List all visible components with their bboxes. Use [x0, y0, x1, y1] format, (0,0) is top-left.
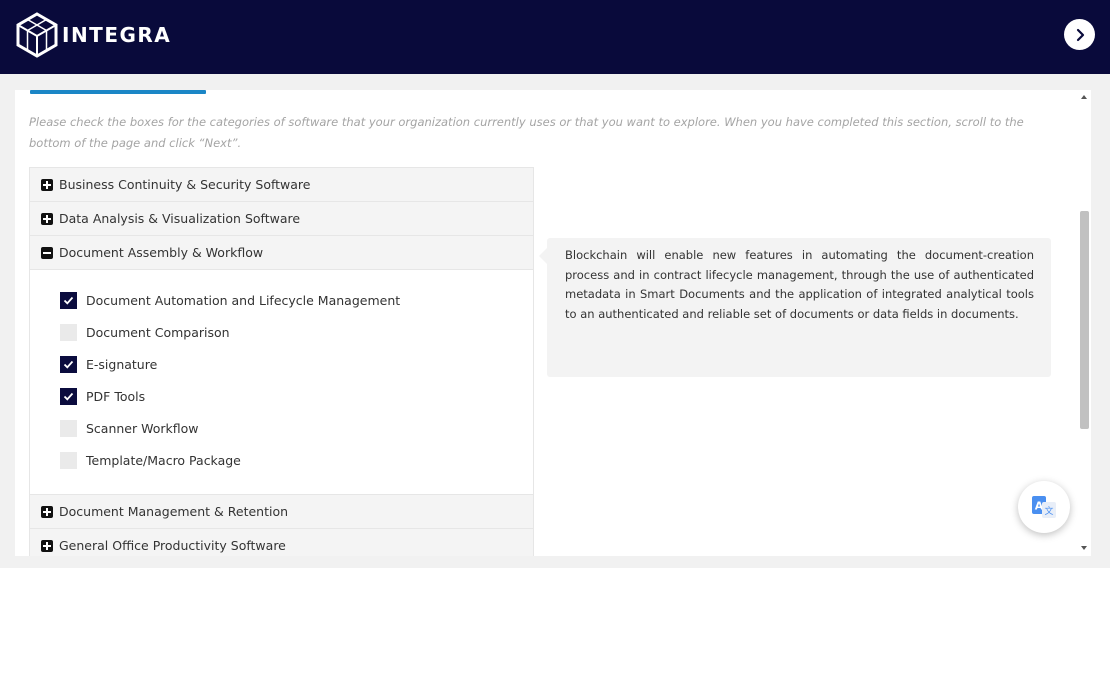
checkbox-checked[interactable] — [60, 387, 77, 405]
option-label: Scanner Workflow — [86, 420, 199, 436]
expand-plus-icon — [41, 178, 53, 191]
option-document-comparison[interactable]: Document Comparison — [30, 316, 533, 348]
svg-text:文: 文 — [1044, 505, 1053, 517]
expand-plus-icon — [41, 539, 53, 552]
cube-logo-icon — [16, 12, 58, 58]
option-template-macro[interactable]: Template/Macro Package — [30, 444, 533, 476]
option-label: Document Comparison — [86, 324, 230, 340]
vertical-scrollbar[interactable] — [1078, 90, 1091, 556]
translate-icon: A 文 — [1032, 496, 1056, 518]
category-header-data-analysis[interactable]: Data Analysis & Visualization Software — [30, 202, 533, 236]
checkbox-unchecked[interactable] — [60, 323, 77, 341]
checkmark-icon — [63, 392, 74, 401]
instruction-text: Please check the boxes for the categorie… — [29, 115, 1024, 150]
top-navbar: INTEGRA — [0, 0, 1110, 74]
option-pdf-tools[interactable]: PDF Tools — [30, 380, 533, 412]
info-tooltip: Blockchain will enable new features in a… — [539, 238, 1051, 377]
checkbox-checked[interactable] — [60, 355, 77, 373]
category-header-general-office[interactable]: General Office Productivity Software — [30, 529, 533, 556]
option-scanner-workflow[interactable]: Scanner Workflow — [30, 412, 533, 444]
option-document-automation[interactable]: Document Automation and Lifecycle Manage… — [30, 284, 533, 316]
translate-button[interactable]: A 文 — [1018, 481, 1070, 533]
survey-panel: Please check the boxes for the categorie… — [15, 90, 1091, 556]
category-label: Business Continuity & Security Software — [59, 177, 311, 192]
integra-logo[interactable]: INTEGRA — [14, 12, 171, 58]
checkmark-icon — [63, 296, 74, 305]
option-e-signature[interactable]: E-signature — [30, 348, 533, 380]
checkbox-unchecked[interactable] — [60, 451, 77, 469]
scroll-down-arrow-icon[interactable] — [1081, 546, 1087, 550]
info-text: Blockchain will enable new features in a… — [565, 248, 1034, 321]
checkbox-checked[interactable] — [60, 291, 77, 309]
category-label: General Office Productivity Software — [59, 538, 286, 553]
checkmark-icon — [63, 360, 74, 369]
expand-plus-icon — [41, 505, 53, 518]
category-label: Document Management & Retention — [59, 504, 289, 519]
category-body-document-assembly: Document Automation and Lifecycle Manage… — [30, 270, 533, 495]
tooltip-arrow — [539, 248, 547, 264]
option-label: Document Automation and Lifecycle Manage… — [86, 292, 401, 308]
expand-plus-icon — [41, 212, 53, 225]
active-tab-indicator — [30, 90, 206, 94]
brand-name: INTEGRA — [62, 23, 172, 47]
info-box: Blockchain will enable new features in a… — [547, 238, 1051, 377]
option-label: Template/Macro Package — [86, 452, 241, 468]
collapse-minus-icon — [41, 246, 53, 259]
category-header-business-continuity[interactable]: Business Continuity & Security Software — [30, 168, 533, 202]
option-label: PDF Tools — [86, 388, 146, 404]
scroll-thumb[interactable] — [1080, 211, 1089, 429]
checkbox-unchecked[interactable] — [60, 419, 77, 437]
scroll-up-arrow-icon[interactable] — [1081, 95, 1087, 99]
category-accordion: Business Continuity & Security Software … — [29, 167, 534, 556]
chevron-right-icon — [1076, 28, 1084, 41]
option-label: E-signature — [86, 356, 158, 372]
category-header-document-assembly[interactable]: Document Assembly & Workflow — [30, 236, 533, 270]
category-header-document-management[interactable]: Document Management & Retention — [30, 495, 533, 529]
category-label: Document Assembly & Workflow — [59, 245, 264, 260]
next-button[interactable] — [1064, 19, 1095, 50]
category-label: Data Analysis & Visualization Software — [59, 211, 301, 226]
